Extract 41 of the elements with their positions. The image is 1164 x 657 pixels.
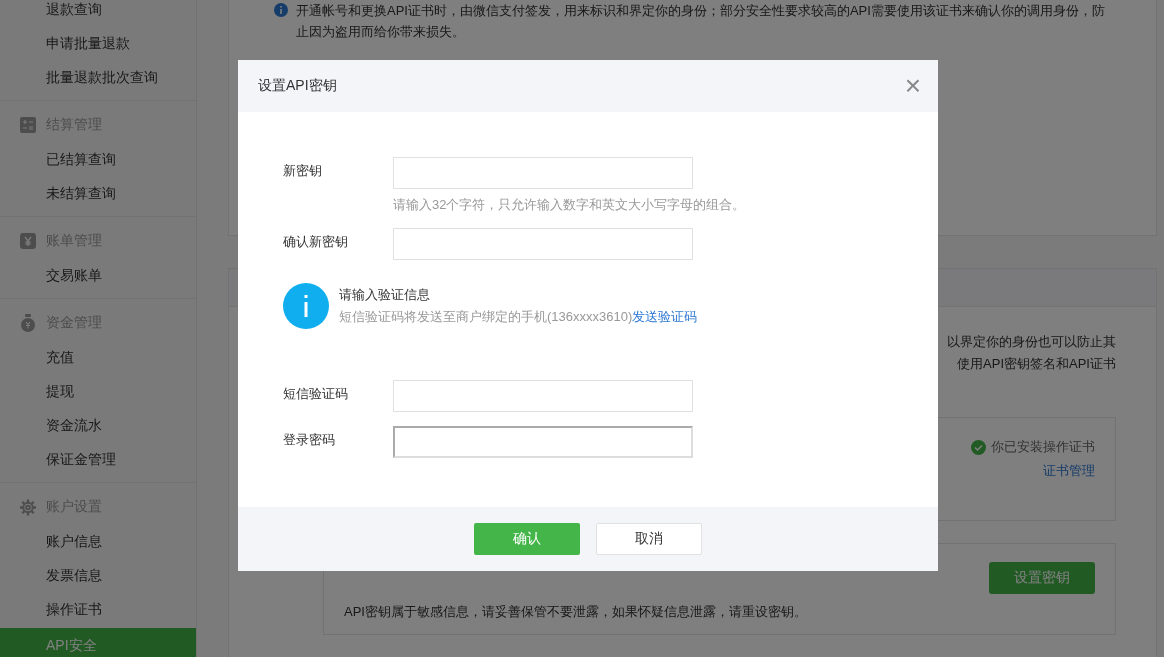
field-hint: 请输入32个字符，只允许输入数字和英文大小写字母的组合。 — [393, 196, 746, 214]
info-icon — [274, 3, 288, 17]
field-label: 新密钥 — [283, 162, 323, 180]
sidebar-item[interactable]: 批量退款批次查询 — [0, 60, 196, 94]
description-text: 使用API密钥签名和API证书 — [957, 355, 1116, 373]
field-label: 短信验证码 — [283, 385, 349, 403]
sidebar-item[interactable]: 发票信息 — [0, 558, 196, 592]
sidebar-item[interactable]: 账户信息 — [0, 524, 196, 558]
yen-icon — [20, 233, 36, 249]
close-button[interactable]: × — [904, 72, 921, 100]
money-bag-icon — [20, 314, 36, 332]
send-code-link[interactable]: 发送验证码 — [632, 309, 698, 324]
key-note: API密钥属于敏感信息，请妥善保管不要泄露，如果怀疑信息泄露，请重设密钥。 — [344, 603, 808, 621]
verify-title: 请输入验证信息 — [339, 286, 431, 304]
sidebar-item[interactable]: 已结算查询 — [0, 142, 196, 176]
sidebar-item[interactable]: 未结算查询 — [0, 176, 196, 210]
calculator-icon — [20, 117, 36, 133]
cert-link[interactable]: 证书管理 — [1043, 462, 1095, 480]
sidebar-item[interactable]: 交易账单 — [0, 258, 196, 292]
dialog-title: 设置API密钥 — [258, 77, 337, 95]
status-text: 你已安装操作证书 — [991, 438, 1095, 456]
check-circle-icon — [971, 439, 986, 455]
field-label: 确认新密钥 — [283, 233, 349, 251]
cancel-button[interactable]: 取消 — [596, 523, 702, 555]
sidebar-item[interactable]: 充值 — [0, 340, 196, 374]
set-key-button[interactable]: 设置密钥 — [989, 562, 1095, 594]
sidebar-item[interactable]: 退款查询 — [0, 0, 196, 26]
sidebar-item[interactable]: 操作证书 — [0, 592, 196, 626]
field-label: 登录密码 — [283, 431, 336, 449]
gear-icon — [20, 498, 36, 516]
confirm-button[interactable]: 确认 — [474, 523, 580, 555]
description-text: 以界定你的身份也可以防止其 — [947, 333, 1116, 351]
sidebar-item[interactable]: 提现 — [0, 374, 196, 408]
verify-text: 短信验证码将发送至商户绑定的手机(136xxxx3610)发送验证码 — [339, 308, 698, 326]
input-field[interactable] — [393, 426, 693, 458]
sidebar-item[interactable]: 保证金管理 — [0, 442, 196, 476]
sidebar-item[interactable]: 资金流水 — [0, 408, 196, 442]
sidebar-item[interactable]: API安全 — [0, 628, 196, 657]
info-icon — [283, 283, 329, 329]
sidebar-item[interactable]: 申请批量退款 — [0, 26, 196, 60]
notice-text: 开通帐号和更换API证书时，由微信支付签发，用来标识和界定你的身份；部分安全性要求较高的API需要使用该证书来确认你的调用身份，防止因为盗用而给你带来损失。 — [296, 2, 1106, 41]
